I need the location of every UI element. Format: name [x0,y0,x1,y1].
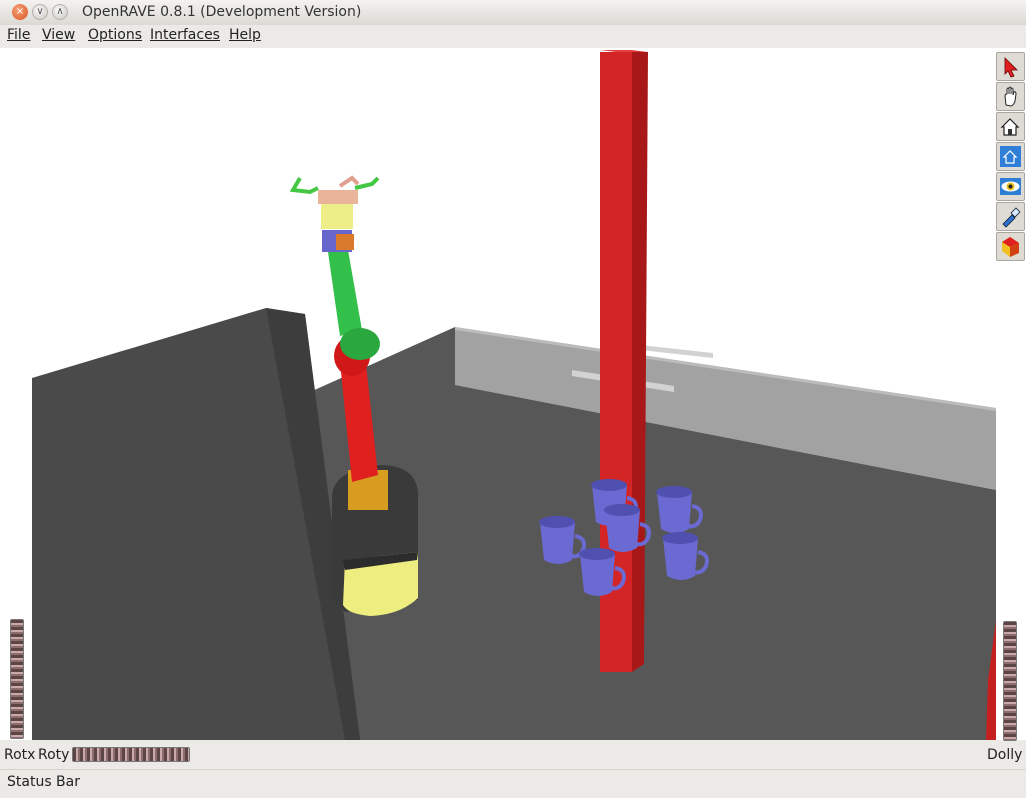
3d-viewport[interactable] [0,48,996,740]
thumbwheel-row: Rotx Roty Dolly [0,742,1026,767]
home-view-icon [1000,118,1020,136]
menu-help-label: Help [229,27,261,43]
pan-hand-icon [1004,86,1017,107]
title-bar: × ∨ ∧ OpenRAVE 0.8.1 (Development Versio… [0,0,1026,26]
status-bar: Status Bar [0,769,1026,798]
window-maximize-button[interactable]: ∧ [52,4,68,20]
view-all-button[interactable] [996,142,1025,171]
headlight-flashlight-icon [1002,207,1021,228]
roty-thumbwheel[interactable] [72,747,190,762]
select-pointer-icon [1004,57,1018,78]
seek-eye-button[interactable] [996,172,1025,201]
perspective-toggle-icon [1002,237,1019,257]
scene-render [0,48,996,740]
menu-options[interactable]: Options [88,27,142,43]
select-pointer-button[interactable] [996,52,1025,81]
rotx-label: Rotx [4,747,36,763]
menu-help[interactable]: Help [229,27,261,43]
home-view-button[interactable] [996,112,1025,141]
perspective-toggle-button[interactable] [996,232,1025,261]
window-title: OpenRAVE 0.8.1 (Development Version) [82,4,362,20]
menu-file-label: File [7,27,31,43]
dolly-label: Dolly [987,747,1023,763]
menu-view-label: View [42,27,76,43]
view-all-icon [1000,146,1021,167]
menu-interfaces-label: Interfaces [150,27,220,43]
seek-eye-icon [1000,178,1021,195]
status-text: Status Bar [7,774,81,790]
menu-interfaces[interactable]: Interfaces [150,27,220,43]
pan-hand-button[interactable] [996,82,1025,111]
headlight-button[interactable] [996,202,1025,231]
window-close-button[interactable]: × [12,4,28,20]
viewer-toolbar [996,48,1026,741]
menu-file[interactable]: File [7,27,30,43]
window-minimize-button[interactable]: ∨ [32,4,48,20]
menu-bar: File View Options Interfaces Help [0,25,1026,48]
rotx-thumbwheel[interactable] [10,619,24,739]
menu-options-label: Options [88,27,143,43]
menu-view[interactable]: View [42,27,75,43]
dolly-thumbwheel[interactable] [1003,621,1017,741]
roty-label: Roty [38,747,70,763]
